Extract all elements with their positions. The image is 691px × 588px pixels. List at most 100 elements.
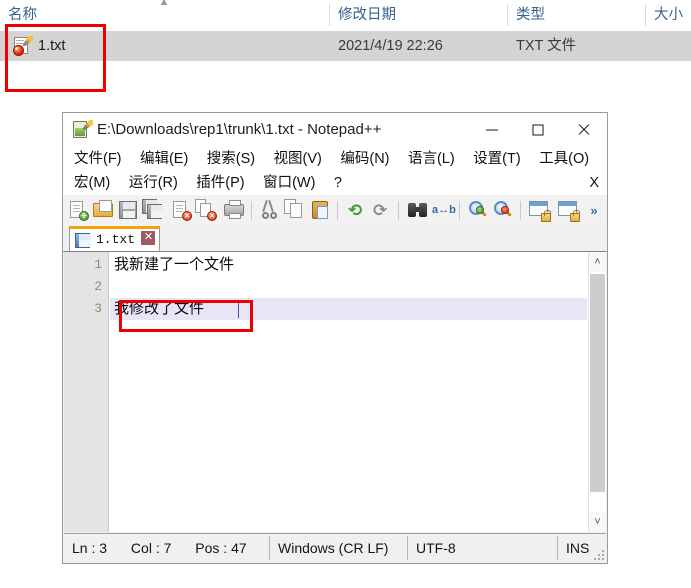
toolbar-divider: [337, 201, 338, 220]
annotation-box-file: [5, 24, 106, 92]
sync-horizontal-scroll-icon[interactable]: [557, 199, 580, 222]
status-line-number: Ln : 3: [72, 540, 108, 556]
zoom-out-icon[interactable]: [492, 199, 515, 222]
minimize-icon: [486, 129, 498, 131]
maximize-icon: [532, 124, 544, 136]
status-encoding-label: UTF-8: [416, 540, 456, 556]
plus-badge: +: [79, 211, 89, 221]
toolbar-divider: [398, 201, 399, 220]
column-header-modified-label: 修改日期: [338, 7, 396, 23]
menu-item-help[interactable]: ?: [327, 171, 349, 195]
menu-item-tools[interactable]: 工具(O): [532, 147, 596, 171]
menu-item-file[interactable]: 文件(F): [67, 147, 129, 171]
undo-arrow: ⟲: [348, 201, 363, 220]
cut-icon[interactable]: [259, 199, 282, 222]
status-char-position: Pos : 47: [195, 540, 247, 556]
menu-item-encoding[interactable]: 编码(N): [333, 147, 396, 171]
handle-right: [270, 212, 277, 219]
copy-icon[interactable]: [284, 199, 307, 222]
line-number: 1: [94, 257, 102, 272]
undo-icon[interactable]: ⟲: [345, 199, 368, 222]
menu-item-run[interactable]: 运行(R): [122, 171, 185, 195]
replace-icon[interactable]: a↔b: [431, 199, 456, 222]
line-number-gutter: 1 2 3: [64, 252, 109, 532]
column-header-type[interactable]: 类型: [508, 0, 646, 30]
window-title: E:\Downloads\rep1\trunk\1.txt - Notepad+…: [97, 121, 382, 138]
menu-item-settings[interactable]: 设置(T): [466, 147, 528, 171]
close-all-files-icon[interactable]: ×: [195, 199, 218, 222]
scroll-up-arrow-icon[interactable]: ˄: [589, 252, 606, 272]
close-badge: ×: [182, 211, 192, 221]
toolbar-divider: [459, 201, 460, 220]
lock-icon: [570, 210, 580, 222]
redo-icon[interactable]: ⟳: [370, 199, 393, 222]
toolbar-overflow-button[interactable]: »: [585, 199, 603, 222]
editor-line-2[interactable]: [110, 276, 587, 298]
menu-item-view[interactable]: 视图(V): [267, 147, 329, 171]
minus-badge: [501, 206, 509, 214]
scrollbar-thumb[interactable]: [590, 274, 605, 492]
editor-vertical-scrollbar[interactable]: ˄ ˅: [588, 252, 606, 532]
save-icon[interactable]: [117, 199, 140, 222]
status-encoding[interactable]: UTF-8: [408, 534, 558, 562]
new-file-icon[interactable]: +: [67, 199, 90, 222]
sort-indicator-icon: ▲: [158, 0, 170, 6]
save-all-icon[interactable]: [142, 199, 165, 222]
title-bar[interactable]: E:\Downloads\rep1\trunk\1.txt - Notepad+…: [63, 113, 607, 147]
column-header-name-label: 名称: [8, 7, 37, 23]
paste-icon[interactable]: [309, 199, 332, 222]
toolbar-divider: [251, 201, 252, 220]
menu-item-edit[interactable]: 编辑(E): [133, 147, 195, 171]
menu-row-secondary: 宏(M) 运行(R) 插件(P) 窗口(W) ? X: [63, 171, 607, 195]
scroll-down-arrow-icon[interactable]: ˅: [589, 512, 606, 532]
status-insert-mode-label: INS: [566, 540, 590, 556]
page-shape-front: [290, 203, 302, 218]
status-bar: Ln : 3 Col : 7 Pos : 47 Windows (CR LF) …: [64, 533, 606, 562]
close-button[interactable]: [561, 113, 607, 147]
column-header-modified[interactable]: 修改日期: [330, 0, 508, 30]
line-number: 2: [94, 279, 102, 294]
status-position: Ln : 3 Col : 7 Pos : 47: [64, 534, 270, 562]
editor-area[interactable]: 1 2 3 我新建了一个文件 我修改了文件 ˄ ˅: [64, 251, 606, 532]
sync-vertical-scroll-icon[interactable]: [528, 199, 551, 222]
text-content[interactable]: 我新建了一个文件 我修改了文件: [110, 252, 587, 532]
minimize-button[interactable]: [469, 113, 515, 147]
blade-right: [268, 199, 274, 213]
floppy-shape-front: [147, 204, 163, 219]
editor-line-1[interactable]: 我新建了一个文件: [110, 254, 587, 276]
floppy-shape: [75, 233, 91, 248]
print-icon[interactable]: [223, 199, 246, 222]
resize-grip-icon[interactable]: [592, 548, 604, 560]
tab-label: 1.txt: [96, 232, 136, 247]
column-header-size[interactable]: 大小: [646, 0, 691, 30]
notepadpp-app-icon: [73, 120, 93, 139]
tab-1txt[interactable]: 1.txt ✕: [69, 226, 161, 251]
folder-shape: [93, 200, 113, 217]
status-eol-format[interactable]: Windows (CR LF): [270, 534, 408, 562]
column-header-size-label: 大小: [654, 7, 683, 23]
maximize-button[interactable]: [515, 113, 561, 147]
menu-row-primary: 文件(F) 编辑(E) 搜索(S) 视图(V) 编码(N) 语言(L) 设置(T…: [63, 147, 607, 171]
menu-item-language[interactable]: 语言(L): [401, 147, 462, 171]
open-file-icon[interactable]: [92, 199, 115, 222]
toolbar-divider: [520, 201, 521, 220]
printer-shape: [224, 200, 244, 219]
line-number: 3: [94, 301, 102, 316]
file-modified-cell: 2021/4/19 22:26: [338, 38, 443, 54]
menu-item-search[interactable]: 搜索(S): [200, 147, 262, 171]
status-eol-label: Windows (CR LF): [278, 540, 389, 556]
menu-item-plugins[interactable]: 插件(P): [189, 171, 251, 195]
close-badge: ×: [207, 211, 217, 221]
close-file-icon[interactable]: ×: [170, 199, 193, 222]
replace-glyph: a↔b: [432, 204, 456, 216]
tab-bar: 1.txt ✕: [63, 226, 607, 252]
tab-close-icon[interactable]: ✕: [141, 231, 156, 246]
find-icon[interactable]: [406, 199, 429, 222]
close-document-button[interactable]: X: [589, 171, 599, 195]
menu-item-window[interactable]: 窗口(W): [256, 171, 322, 195]
zoom-in-icon[interactable]: [467, 199, 490, 222]
menu-item-macro[interactable]: 宏(M): [67, 171, 117, 195]
annotation-box-edited-line: [119, 300, 253, 332]
status-column-number: Col : 7: [130, 540, 172, 556]
plus-badge: [476, 206, 484, 214]
